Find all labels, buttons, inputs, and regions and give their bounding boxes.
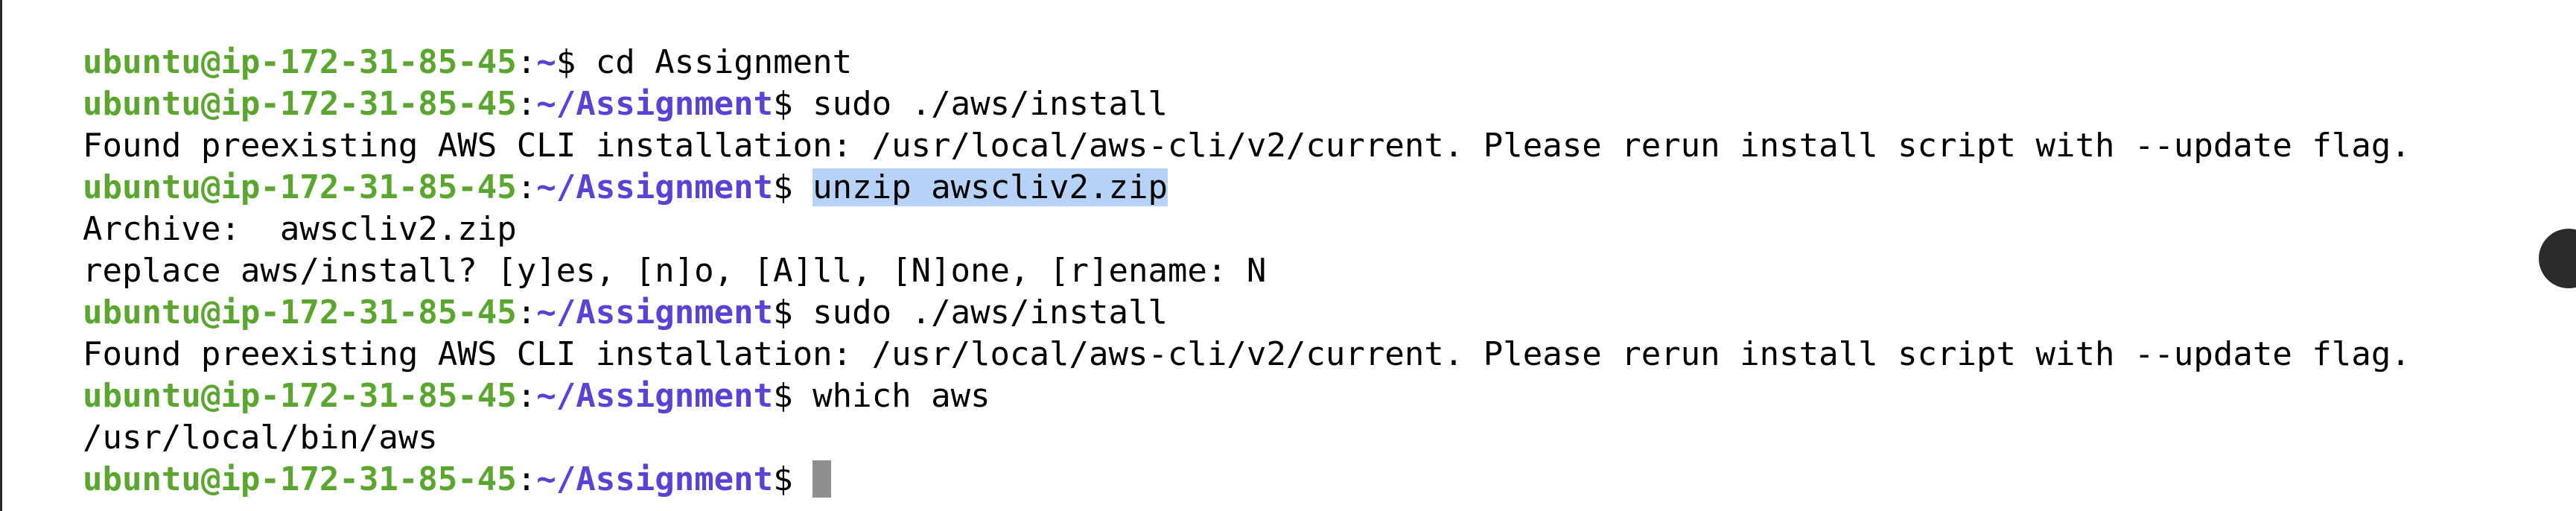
command-text: which aws: [792, 377, 990, 415]
terminal-line-7: ubuntu@ip-172-31-85-45:~/Assignment$ sud…: [4, 250, 1168, 331]
prompt-user-host: ubuntu@ip-172-31-85-45: [82, 460, 517, 498]
terminal-output-line-6: replace aws/install? [y]es, [n]o, [A]ll,…: [4, 209, 1266, 290]
terminal-window[interactable]: ubuntu@ip-172-31-85-45:~$ cd Assignment …: [0, 0, 2576, 511]
terminal-output-line-10: /usr/local/bin/aws: [4, 375, 438, 457]
terminal-line-1: ubuntu@ip-172-31-85-45:~$ cd Assignment: [4, 0, 852, 81]
terminal-active-prompt-line[interactable]: ubuntu@ip-172-31-85-45:~/Assignment$: [4, 417, 832, 498]
prompt-colon: :: [516, 377, 537, 415]
window-edge-indicator: [2539, 229, 2576, 288]
prompt-dollar: $: [773, 377, 793, 415]
prompt-colon: :: [516, 168, 537, 206]
text-cursor[interactable]: [812, 460, 832, 498]
terminal-line-4: ubuntu@ip-172-31-85-45:~/Assignment$ unz…: [4, 125, 1168, 206]
terminal-output-line-8: Found preexisting AWS CLI installation: …: [4, 292, 2411, 373]
selected-command-text[interactable]: unzip awscliv2.zip: [812, 168, 1168, 206]
terminal-output-line-5: Archive: awscliv2.zip: [4, 167, 517, 248]
terminal-line-9: ubuntu@ip-172-31-85-45:~/Assignment$ whi…: [4, 334, 990, 415]
terminal-line-2: ubuntu@ip-172-31-85-45:~/Assignment$ sud…: [4, 42, 1168, 123]
prompt-colon: :: [516, 460, 537, 498]
prompt-path: ~/Assignment: [536, 168, 774, 206]
prompt-path: ~/Assignment: [536, 377, 774, 415]
terminal-output-line-3: Found preexisting AWS CLI installation: …: [4, 83, 2411, 165]
prompt-dollar: $: [773, 168, 793, 206]
prompt-path: ~/Assignment: [536, 460, 774, 498]
prompt-dollar: $: [773, 460, 793, 498]
